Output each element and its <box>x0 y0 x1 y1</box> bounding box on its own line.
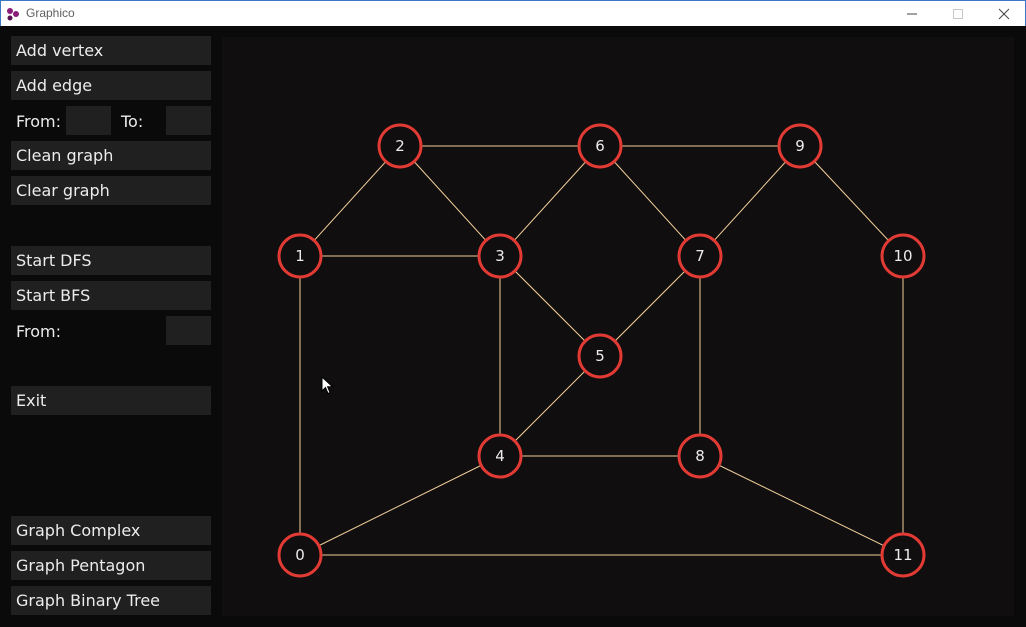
maximize-button[interactable] <box>935 1 981 26</box>
vertex-label: 4 <box>495 447 505 465</box>
edge-from-input[interactable] <box>66 106 111 135</box>
vertex-label: 2 <box>395 137 405 155</box>
edge-to-label: To: <box>121 112 144 131</box>
vertex-2[interactable]: 2 <box>377 123 423 169</box>
vertex-label: 1 <box>295 247 305 265</box>
window-title: Graphico <box>26 6 75 20</box>
graph-canvas[interactable]: 0 1 2 3 4 5 6 7 8 9 10 11 <box>222 37 1014 616</box>
vertex-label: 0 <box>295 546 305 564</box>
exit-button[interactable]: Exit <box>11 386 211 415</box>
vertex-1[interactable]: 1 <box>277 233 323 279</box>
vertex-4[interactable]: 4 <box>477 433 523 479</box>
vertex-label: 3 <box>495 247 505 265</box>
clean-graph-button[interactable]: Clean graph <box>11 141 211 170</box>
start-dfs-button[interactable]: Start DFS <box>11 246 211 275</box>
close-icon <box>998 8 1010 20</box>
vertex-0[interactable]: 0 <box>277 532 323 578</box>
minimize-button[interactable] <box>889 1 935 26</box>
vertex-3[interactable]: 3 <box>477 233 523 279</box>
vertex-10[interactable]: 10 <box>880 233 926 279</box>
vertex-label: 8 <box>695 447 705 465</box>
vertex-label: 11 <box>893 546 912 564</box>
vertex-label: 5 <box>595 347 605 365</box>
clear-graph-button[interactable]: Clear graph <box>11 176 211 205</box>
vertices-layer: 0 1 2 3 4 5 6 7 8 9 10 11 <box>277 123 926 578</box>
vertex-9[interactable]: 9 <box>777 123 823 169</box>
vertex-7[interactable]: 7 <box>677 233 723 279</box>
vertex-5[interactable]: 5 <box>577 333 623 379</box>
minimize-icon <box>907 13 917 15</box>
vertex-label: 7 <box>695 247 705 265</box>
start-bfs-button[interactable]: Start BFS <box>11 281 211 310</box>
search-from-label: From: <box>16 322 62 341</box>
graph-pentagon-button[interactable]: Graph Pentagon <box>11 551 211 580</box>
graph-drawing: 0 1 2 3 4 5 6 7 8 9 10 11 <box>277 123 926 578</box>
vertex-8[interactable]: 8 <box>677 433 723 479</box>
add-vertex-button[interactable]: Add vertex <box>11 36 211 65</box>
vertex-label: 10 <box>893 247 912 265</box>
vertex-label: 9 <box>795 137 805 155</box>
maximize-icon <box>953 9 963 19</box>
search-from-input[interactable] <box>166 316 211 345</box>
control-sidebar: Add vertex Add edge From: To: Clean grap… <box>0 26 221 627</box>
graph-logo-icon <box>7 8 19 21</box>
vertex-11[interactable]: 11 <box>880 532 926 578</box>
graph-complex-button[interactable]: Graph Complex <box>11 516 211 545</box>
vertex-6[interactable]: 6 <box>577 123 623 169</box>
add-edge-button[interactable]: Add edge <box>11 71 211 100</box>
vertex-label: 6 <box>595 137 605 155</box>
title-bar[interactable]: Graphico <box>0 0 1026 26</box>
edge-9-10 <box>799 145 904 257</box>
mouse-cursor-icon <box>321 376 334 395</box>
graph-binary-tree-button[interactable]: Graph Binary Tree <box>11 586 211 615</box>
edge-from-label: From: <box>16 112 62 131</box>
close-button[interactable] <box>981 1 1026 26</box>
edge-8-11 <box>699 455 904 556</box>
edge-0-4 <box>299 455 501 556</box>
edge-to-input[interactable] <box>166 106 211 135</box>
